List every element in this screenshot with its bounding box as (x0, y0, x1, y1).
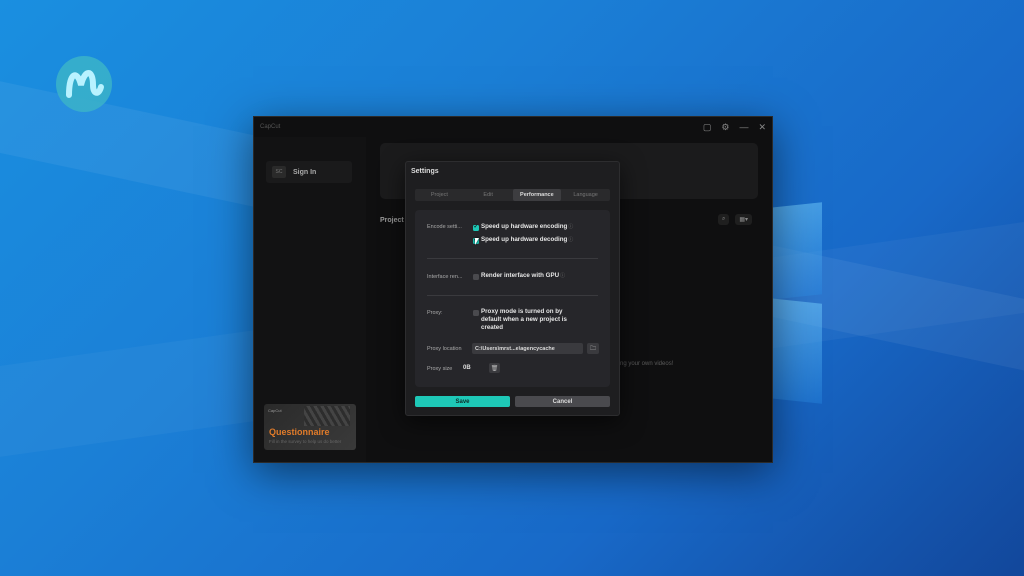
hw-encoding-option: Speed up hardware encodingⓘ (481, 223, 574, 230)
proxy-size-label: Proxy size (427, 366, 453, 372)
promo-brand: CapCut (268, 408, 282, 413)
dialog-title: Settings (411, 168, 439, 175)
promo-title: Questionnaire (269, 427, 330, 437)
hw-decoding-option: Speed up hardware decodingⓘ (481, 236, 574, 243)
sign-in-label: Sign In (293, 168, 317, 176)
proxy-mode-checkbox[interactable] (473, 310, 479, 316)
avatar: SC (272, 166, 286, 178)
proxy-size-value: 0B (463, 365, 471, 371)
interface-render-label: Interface ren... (427, 274, 463, 280)
questionnaire-card[interactable]: CapCut Questionnaire Fill in the survey … (264, 404, 356, 450)
divider (427, 258, 598, 259)
proxy-label: Proxy: (427, 310, 443, 316)
tab-performance[interactable]: Performance (512, 189, 562, 201)
help-icon[interactable]: ⓘ (568, 224, 573, 230)
search-icon[interactable]: ⌕ (717, 214, 730, 225)
proxy-mode-option: Proxy mode is turned on by default when … (481, 308, 567, 331)
settings-icon[interactable]: ⚙ (721, 122, 729, 133)
gpu-render-checkbox[interactable] (473, 274, 479, 280)
save-button[interactable]: Save (415, 396, 510, 407)
cancel-button[interactable]: Cancel (515, 396, 610, 407)
hw-encoding-checkbox[interactable] (473, 223, 479, 231)
title-bar: CapCut ▢ ⚙ — ✕ (254, 117, 772, 137)
tab-edit[interactable]: Edit (464, 189, 513, 201)
performance-panel: Encode setti... Speed up hardware encodi… (415, 210, 610, 387)
sidebar: SC Sign In CapCut Questionnaire Fill in … (254, 137, 366, 462)
help-icon[interactable]: ⓘ (560, 273, 565, 279)
mouse-cursor-icon (475, 238, 479, 245)
empty-hint: ng your own videos! (620, 361, 674, 367)
gpu-render-option: Render interface with GPUⓘ (481, 272, 566, 279)
folder-icon[interactable]: 🗀 (587, 343, 599, 354)
trash-icon[interactable]: 🗑 (489, 363, 500, 373)
divider (427, 295, 598, 296)
sign-in-button[interactable]: SC Sign In (266, 161, 352, 183)
proxy-location-label: Proxy location (427, 346, 462, 352)
channel-logo-icon (56, 56, 112, 112)
tab-language[interactable]: Language (561, 189, 610, 201)
grid-view-icon[interactable]: ▦▾ (735, 214, 752, 225)
settings-tabs: Project Edit Performance Language (415, 189, 610, 201)
tab-project[interactable]: Project (415, 189, 464, 201)
projects-heading: Project (380, 217, 404, 224)
encode-settings-label: Encode setti... (427, 224, 462, 230)
feedback-icon[interactable]: ▢ (703, 122, 712, 133)
minimize-icon[interactable]: — (739, 122, 748, 132)
help-icon[interactable]: ⓘ (568, 237, 573, 243)
proxy-location-field[interactable]: C:\Users\mrst...e\agencycache (472, 343, 583, 354)
promo-graphic (304, 406, 350, 426)
settings-dialog: Settings Project Edit Performance Langua… (405, 161, 620, 416)
app-title: CapCut (260, 124, 281, 130)
close-icon[interactable]: ✕ (758, 122, 766, 133)
promo-subtitle: Fill in the survey to help us do better (269, 439, 342, 444)
